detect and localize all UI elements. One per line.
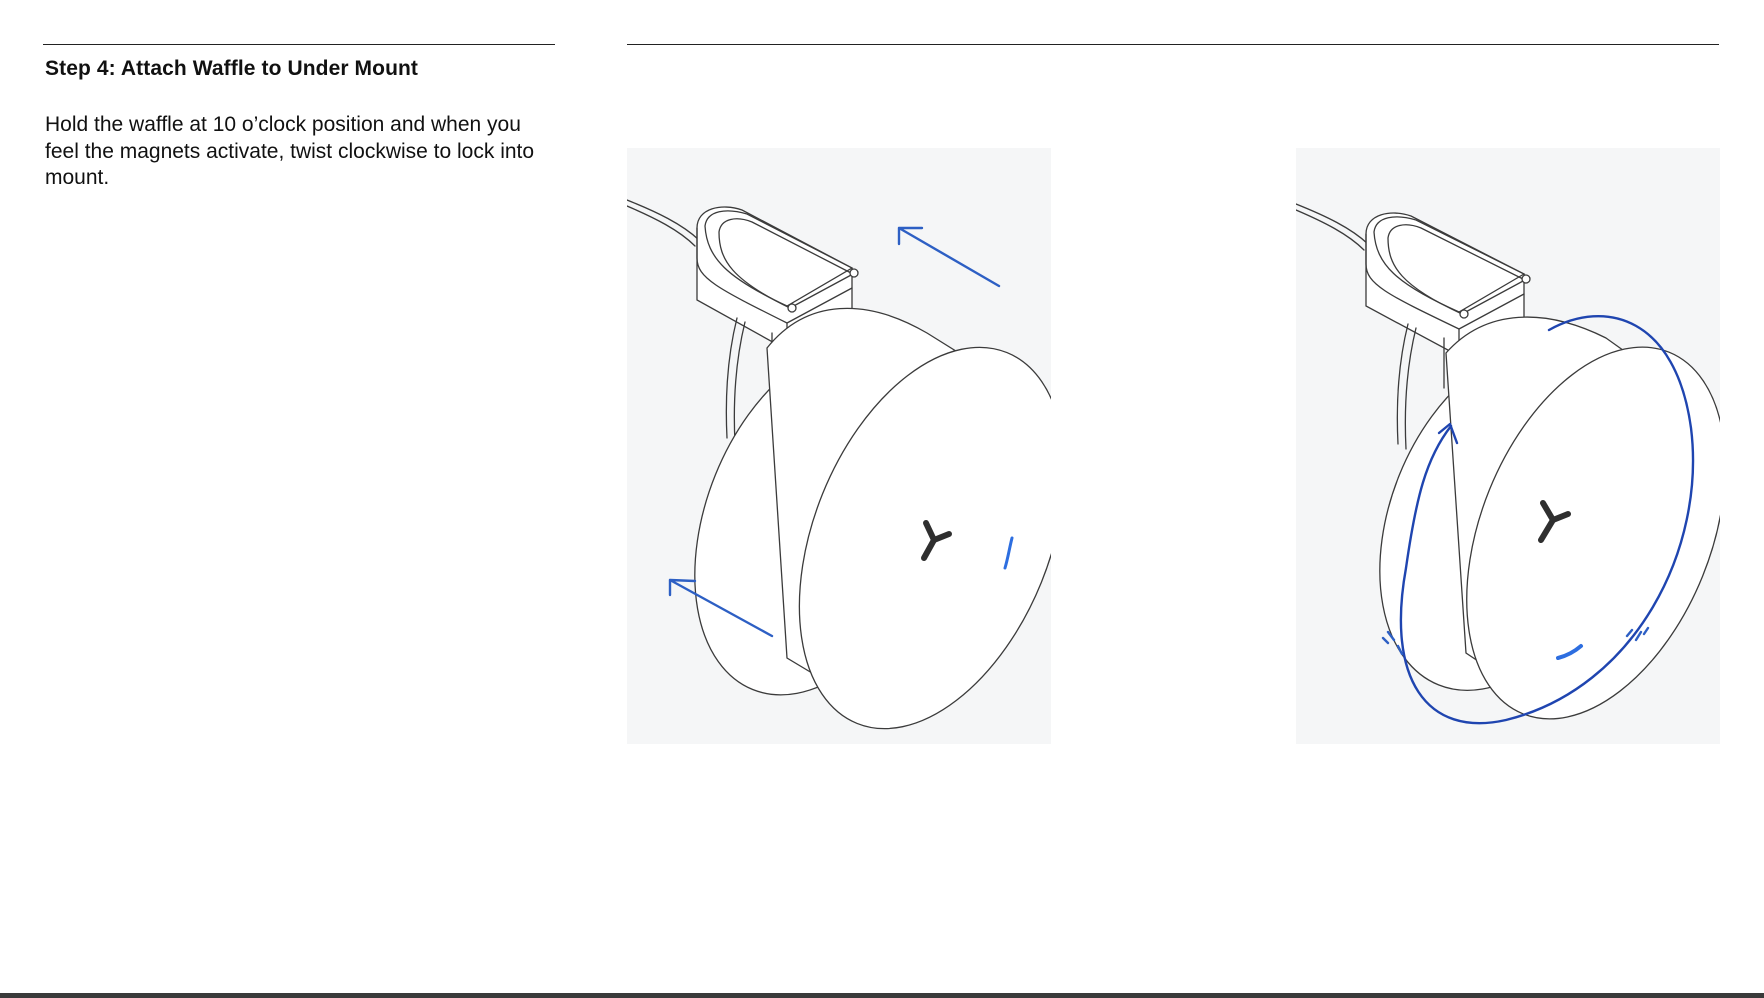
section-divider-right [627, 44, 1719, 45]
step-instructions: Hold the waffle at 10 o’clock position a… [45, 113, 535, 189]
cable [627, 199, 700, 241]
bottom-bar [0, 993, 1764, 998]
twist-lock-diagram [1296, 203, 1720, 725]
screw [849, 268, 859, 278]
screw [787, 303, 797, 313]
section-divider-left [43, 44, 555, 45]
screw [1459, 309, 1469, 319]
step-title: Step 4: Attach Waffle to Under Mount [45, 57, 419, 80]
screw [1521, 274, 1531, 284]
arrow-up-left-icon [897, 226, 1001, 288]
attach-diagram [627, 199, 1051, 730]
waffle-twist-lock-illustration [1296, 148, 1720, 744]
waffle-attach-illustration [627, 148, 1051, 744]
cable [1296, 203, 1369, 245]
